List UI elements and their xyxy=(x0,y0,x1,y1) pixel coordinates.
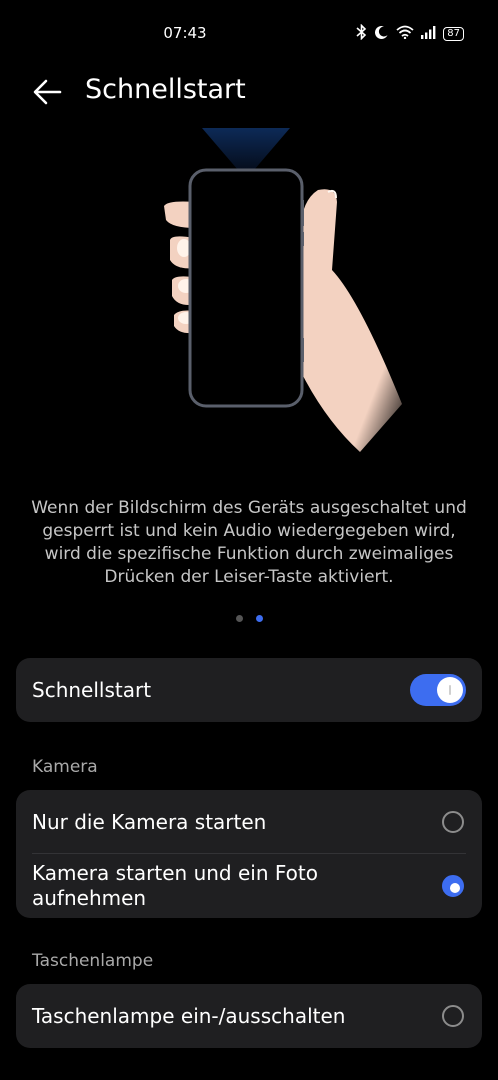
radio-flashlight[interactable] xyxy=(442,1005,464,1027)
status-bar: 07:43 87 xyxy=(0,0,498,68)
radio-camera-only[interactable] xyxy=(442,811,464,833)
arrow-left-icon xyxy=(33,79,62,105)
back-button[interactable] xyxy=(30,76,64,108)
camera-section-title: Kamera xyxy=(32,757,98,777)
option-camera-photo[interactable]: Kamera starten und ein Foto aufnehmen xyxy=(16,854,482,918)
option-flashlight-toggle[interactable]: Taschenlampe ein-/ausschalten xyxy=(16,984,482,1048)
status-icons: 87 xyxy=(356,23,464,44)
page-dot-active[interactable] xyxy=(255,615,263,622)
schnellstart-toggle-card[interactable]: Schnellstart xyxy=(16,658,482,722)
page-title: Schnellstart xyxy=(85,74,246,105)
schnellstart-label: Schnellstart xyxy=(32,677,152,702)
page-indicator xyxy=(0,615,498,622)
flashlight-section-title: Taschenlampe xyxy=(32,951,154,971)
page-dot[interactable] xyxy=(235,615,243,622)
option-label: Nur die Kamera starten xyxy=(32,809,267,834)
hand-phone-illustration xyxy=(150,120,420,470)
feature-description: Wenn der Bildschirm des Geräts ausgescha… xyxy=(31,498,467,587)
radio-camera-photo[interactable] xyxy=(442,875,464,897)
option-camera-only[interactable]: Nur die Kamera starten xyxy=(16,790,482,854)
app-bar: Schnellstart xyxy=(0,68,498,116)
schnellstart-toggle[interactable] xyxy=(410,674,466,706)
camera-options-card: Nur die Kamera starten Kamera starten un… xyxy=(16,790,482,918)
bluetooth-icon xyxy=(356,23,367,44)
moon-icon xyxy=(374,25,389,44)
option-label: Kamera starten und ein Foto aufnehmen xyxy=(32,861,318,910)
signal-icon xyxy=(421,25,436,43)
option-label: Taschenlampe ein-/ausschalten xyxy=(32,1003,346,1028)
flashlight-options-card: Taschenlampe ein-/ausschalten xyxy=(16,984,482,1048)
wifi-icon xyxy=(396,25,414,43)
status-time: 07:43 xyxy=(163,24,207,42)
battery-indicator: 87 xyxy=(443,27,464,41)
toggle-knob xyxy=(437,677,463,703)
